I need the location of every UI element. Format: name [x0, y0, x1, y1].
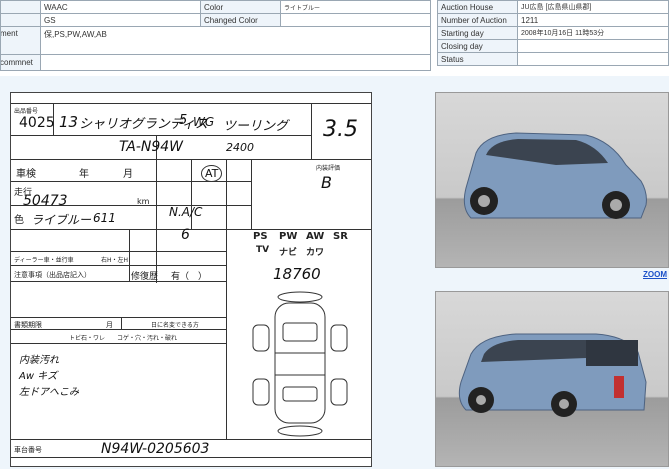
car-rear-icon: [458, 333, 647, 417]
auction-row: Starting day 2008年10月16日 11時53分: [437, 26, 669, 40]
equip-kawa: カワ: [306, 248, 325, 258]
equipment-label: ment: [0, 26, 41, 55]
auction-row: Auction House JU広島 [広島県山県郡]: [437, 0, 669, 14]
zoom-link[interactable]: ZOOM: [643, 270, 667, 279]
auction-sheet-image[interactable]: 出品番号 車検 年 月 走行 km 色 ディーラー車・並行車 右H・左H 注意事…: [10, 92, 372, 467]
auction-row: Status: [437, 52, 669, 66]
lot-label: 出品番号: [14, 108, 39, 115]
equipment-value: 保,PS,PW,AW,AB: [40, 26, 431, 55]
notes-label: 注意事項（出品店記入）: [14, 271, 91, 279]
auction-row: Closing day: [437, 39, 669, 53]
color-value-sheet: ライブルー: [31, 213, 92, 227]
model-year: 13: [59, 113, 79, 131]
inspector-note: 左ドアへこみ: [19, 387, 79, 398]
car-wheel-rear-left: [252, 378, 270, 406]
color-value: ライトブルー: [280, 0, 431, 14]
car-wheel-front-left: [252, 324, 270, 352]
repair-value: 有（ ）: [171, 272, 208, 282]
km-label: km: [137, 197, 150, 206]
comment-label: commnet: [0, 54, 41, 71]
grade: ツーリング: [223, 119, 289, 134]
car-rear-bumper: [277, 425, 323, 437]
docs-note: 日に名変できる方: [151, 322, 199, 329]
score: 3.5: [323, 117, 358, 142]
repair-label: 修復歴: [131, 272, 159, 282]
chassis-code: TA-N94W: [119, 139, 184, 155]
equip-ps: PS: [253, 231, 268, 242]
color-sheet-label: 色: [14, 215, 24, 226]
status-label: Status: [437, 52, 518, 66]
inspector-note: 内装汚れ: [19, 355, 59, 366]
year-label: 年: [79, 169, 89, 180]
grade-label: [0, 0, 41, 14]
auction-info-table: Auction House JU広島 [広島県山県郡] Number of Au…: [437, 0, 669, 66]
comment-value: [40, 54, 431, 71]
handle-label: 右H・左H: [101, 257, 129, 264]
car-front-icon: [463, 132, 647, 219]
closing-day-value: [517, 39, 669, 53]
lot-number: 4025: [19, 115, 55, 131]
grade-value: WAAC: [40, 0, 201, 14]
equip-pw: PW: [279, 231, 298, 242]
price: 18760: [273, 265, 321, 283]
interior-score: B: [321, 173, 332, 192]
car-wheel-rear-right: [330, 378, 348, 406]
auction-number-value: 1211: [517, 13, 669, 27]
starting-day-value: 2008年10月16日 11時53分: [517, 26, 669, 40]
aircon: N.A/C: [169, 205, 203, 219]
month-label: 月: [123, 169, 133, 180]
docs-month: 月: [106, 321, 113, 329]
auction-house-value: JU広島 [広島県山県郡]: [517, 0, 669, 14]
frame-label: 車台番号: [14, 446, 42, 454]
transmission: AT: [201, 165, 223, 182]
car-body-outline: [274, 302, 326, 424]
car-photo-front[interactable]: [435, 92, 669, 268]
auction-row: Number of Auction 1211: [437, 13, 669, 27]
equip-aw: AW: [306, 231, 325, 242]
condition-labels: トビ石・ワレ コゲ・穴・汚れ・破れ: [69, 335, 178, 342]
mileage: 50473: [23, 193, 68, 209]
seats: 6: [181, 227, 190, 243]
changed-color-value: [280, 13, 431, 27]
grade2-label: [0, 13, 41, 27]
car-rear-window: [282, 386, 318, 402]
grade2-value: GS: [40, 13, 201, 27]
shaken-label: 車検: [16, 169, 36, 180]
frame-number: N94W-0205603: [101, 441, 210, 457]
car-windshield: [282, 322, 318, 342]
inspector-note: Aw キズ: [19, 371, 58, 382]
dealer-label: ディーラー車・並行車: [14, 257, 74, 264]
history-label: 内装評価: [316, 165, 341, 172]
auction-house-label: Auction House: [437, 0, 518, 14]
model-name: シャリオグランディス: [79, 117, 208, 132]
equip-tv: TV: [256, 245, 270, 255]
vehicle-info-table: WAAC Color ライトブルー GS Changed Color ment …: [0, 0, 431, 71]
displacement: 2400: [226, 141, 254, 154]
color-code: 611: [93, 211, 116, 225]
starting-day-label: Starting day: [437, 26, 518, 40]
docs-label: 書類期限: [14, 321, 42, 329]
equip-sr: SR: [333, 231, 348, 242]
equip-navi: ナビ: [279, 248, 298, 258]
trans-type: WG: [193, 115, 215, 129]
auction-number-label: Number of Auction: [437, 13, 518, 27]
changed-color-label: Changed Color: [200, 13, 281, 27]
car-front-bumper: [277, 291, 323, 303]
car-photo-rear[interactable]: [435, 291, 669, 467]
doors: 5: [179, 113, 188, 128]
car-wheel-front-right: [330, 324, 348, 352]
color-label: Color: [200, 0, 281, 14]
closing-day-label: Closing day: [437, 39, 518, 53]
car-damage-diagram: [252, 291, 348, 437]
status-value: [517, 52, 669, 66]
